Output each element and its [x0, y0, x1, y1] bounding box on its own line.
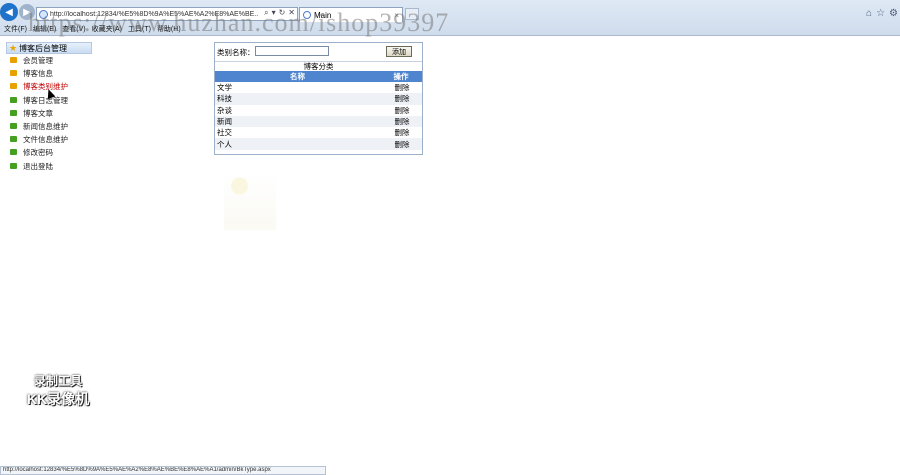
sidebar-item-label[interactable]: 博客文章	[23, 108, 53, 119]
delete-link[interactable]: 删除	[380, 82, 422, 93]
bullet-icon	[10, 122, 17, 129]
column-header-name: 名称	[215, 71, 380, 82]
bullet-icon	[10, 136, 17, 143]
sidebar-item[interactable]: 新闻信息维护	[6, 120, 92, 133]
delete-link[interactable]: 删除	[380, 138, 422, 150]
recorder-logo-line2: KK录像机	[26, 391, 90, 407]
home-icon[interactable]: ⌂	[866, 8, 872, 19]
sidebar-item[interactable]: 修改密码	[6, 146, 92, 159]
recorder-logo: 录制工具 KK录像机	[18, 372, 98, 409]
table-row: 杂谈 删除	[215, 105, 422, 116]
table-row: 社交 删除	[215, 127, 422, 138]
column-header-op: 操作	[380, 71, 422, 82]
sidebar-item[interactable]: 文件信息维护	[6, 133, 92, 146]
gear-icon[interactable]: ⚙	[889, 8, 898, 19]
category-name-cell: 个人	[215, 138, 380, 150]
watermark: https://www.huzhan.com/ishop39397	[28, 8, 450, 37]
bullet-icon	[10, 96, 17, 103]
bullet-icon	[10, 70, 17, 77]
bullet-icon	[10, 83, 17, 90]
sidebar-item[interactable]: 退出登陆	[6, 160, 92, 173]
table-row: 科技 删除	[215, 93, 422, 105]
status-bar: http://localhost:12834/%E5%8D%9A%E5%AE%A…	[0, 466, 326, 475]
sidebar-item-label[interactable]: 文件信息维护	[23, 134, 68, 145]
delete-link[interactable]: 删除	[380, 105, 422, 116]
sidebar-item-label[interactable]: 博客日志管理	[23, 95, 68, 106]
add-button[interactable]: 添加	[386, 46, 412, 57]
toolbar-icons: ⌂ ☆ ⚙	[866, 8, 898, 19]
sidebar-item[interactable]: 博客文章	[6, 107, 92, 120]
sidebar-item-label[interactable]: 修改密码	[23, 147, 53, 158]
recorder-logo-line1: 录制工具	[33, 374, 82, 388]
back-button[interactable]: ◀	[0, 3, 18, 21]
bullet-icon	[10, 149, 17, 156]
table-row: 文学 删除	[215, 82, 422, 93]
sidebar-item-label[interactable]: 新闻信息维护	[23, 121, 68, 132]
table-row: 新闻 删除	[215, 115, 422, 128]
category-panel: 类别名称： 添加 博客分类 名称 操作 文学 删除 科技 删除 杂谈 删除 新闻 删除 社交 删除…	[214, 42, 423, 155]
add-category-form: 类别名称： 添加	[215, 43, 422, 61]
star-icon[interactable]: ☆	[876, 8, 885, 19]
sidebar-item-label[interactable]: 会员管理	[23, 55, 53, 66]
category-name-cell: 文学	[217, 83, 232, 93]
delete-link[interactable]: 删除	[380, 93, 422, 105]
sidebar-header: ★ 博客后台管理	[6, 42, 92, 54]
category-name-cell: 科技	[215, 93, 380, 105]
star-icon: ★	[9, 43, 18, 53]
table-caption: 博客分类	[215, 61, 422, 71]
category-name-input[interactable]	[255, 46, 329, 56]
category-name-cell: 社交	[217, 128, 232, 138]
faded-image	[224, 175, 276, 230]
sidebar-item-label[interactable]: 退出登陆	[23, 161, 53, 172]
bullet-icon	[10, 57, 17, 63]
delete-link[interactable]: 删除	[380, 115, 422, 128]
sidebar-item[interactable]: 会员管理	[6, 54, 92, 67]
category-name-cell: 杂谈	[217, 105, 232, 115]
sidebar: ★ 博客后台管理 会员管理 博客信息 博客类别维护 博客日志管理 博客文章 新闻信息维护文…	[6, 42, 92, 173]
bullet-icon	[10, 109, 17, 116]
table-row: 个人 删除	[215, 138, 422, 150]
category-name-cell: 新闻	[215, 115, 380, 128]
sidebar-title: 博客后台管理	[19, 43, 67, 53]
sidebar-item-label[interactable]: 博客信息	[23, 68, 53, 79]
delete-link[interactable]: 删除	[380, 127, 422, 138]
menu-file[interactable]: 文件(F)	[4, 24, 27, 36]
table-header-row: 名称 操作	[215, 71, 422, 82]
category-name-label: 类别名称：	[217, 47, 255, 57]
bullet-icon	[10, 162, 17, 169]
sidebar-item[interactable]: 博客信息	[6, 67, 92, 80]
category-table: 名称 操作 文学 删除 科技 删除 杂谈 删除 新闻 删除 社交 删除 个人 删除	[215, 71, 422, 150]
